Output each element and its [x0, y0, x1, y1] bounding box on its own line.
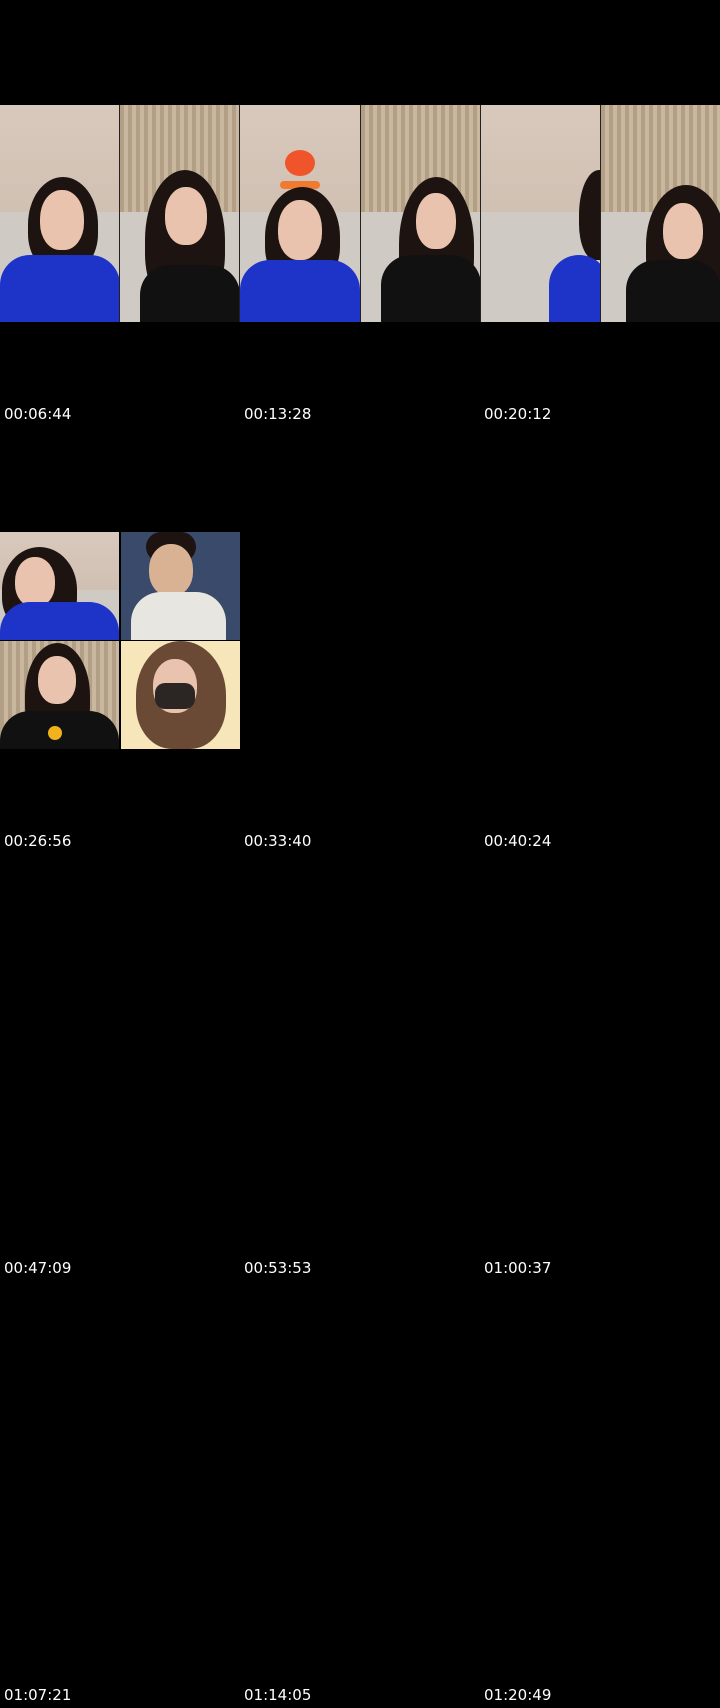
- cell-8[interactable]: 00:53:53: [240, 854, 480, 1281]
- cell-3[interactable]: 00:20:12: [480, 0, 720, 427]
- timestamp-label: 00:26:56: [4, 832, 72, 850]
- cell-5[interactable]: 00:33:40: [240, 427, 480, 854]
- timestamp-label: 01:14:05: [244, 1686, 312, 1704]
- timestamp-label: 00:40:24: [484, 832, 552, 850]
- timestamp-label: 00:13:28: [244, 405, 312, 423]
- timestamp-label: 00:47:09: [4, 1259, 72, 1277]
- timestamp-label: 01:00:37: [484, 1259, 552, 1277]
- cell-12[interactable]: 01:20:49: [480, 1281, 720, 1708]
- cell-1[interactable]: 00:06:44: [0, 0, 240, 427]
- timestamp-label: 00:33:40: [244, 832, 312, 850]
- cell-11[interactable]: 01:14:05: [240, 1281, 480, 1708]
- cell-2[interactable]: 00:13:28: [240, 0, 480, 427]
- timestamp-label: 00:53:53: [244, 1259, 312, 1277]
- cell-10[interactable]: 01:07:21: [0, 1281, 240, 1708]
- timestamp-label: 00:20:12: [484, 405, 552, 423]
- cell-4[interactable]: 00:26:56: [0, 427, 240, 854]
- timestamp-label: 00:06:44: [4, 405, 72, 423]
- cell-7[interactable]: 00:47:09: [0, 854, 240, 1281]
- timestamp-label: 01:20:49: [484, 1686, 552, 1704]
- cell-6[interactable]: 00:40:24: [480, 427, 720, 854]
- cell-9[interactable]: 01:00:37: [480, 854, 720, 1281]
- contact-sheet: 00:06:44 00:13:28 00:20:12 00:26:56 00:3…: [0, 0, 720, 1708]
- timestamp-label: 01:07:21: [4, 1686, 72, 1704]
